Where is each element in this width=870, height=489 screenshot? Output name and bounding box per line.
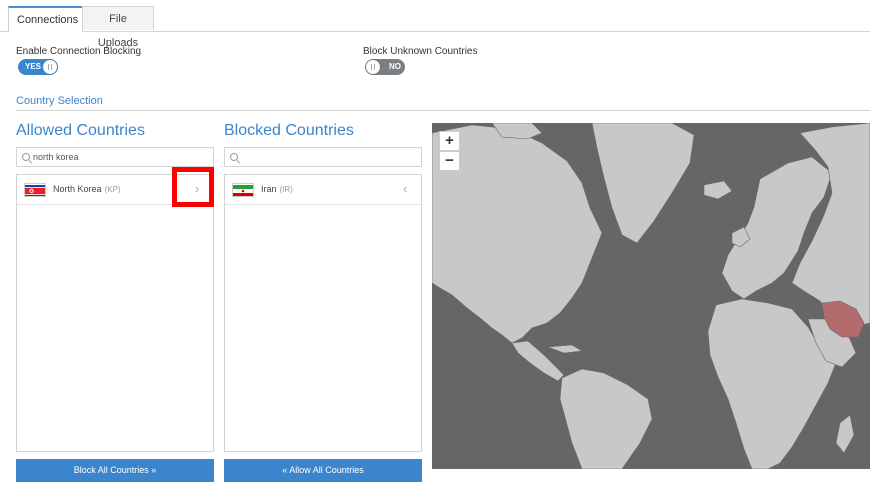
section-title: Country Selection [16,95,103,107]
enable-connection-blocking-label: Enable Connection Blocking [16,46,142,57]
blocked-countries-list: Iran (IR) ‹ [224,174,422,452]
toggle-knob [366,60,380,74]
north-korea-flag-icon [24,183,46,197]
allowed-search-box [16,147,214,167]
search-icon [230,153,238,161]
country-code: (IR) [279,185,293,194]
toggle-state-text: YES [25,62,42,71]
enable-connection-blocking-toggle[interactable]: YES [18,59,58,75]
world-map[interactable] [432,123,870,469]
block-all-countries-button[interactable]: Block All Countries » [16,459,214,482]
country-name: North Korea (KP) [53,184,121,194]
blocked-search-input[interactable] [241,150,411,164]
zoom-in-button[interactable]: + [439,131,460,151]
blocked-search-box [224,147,422,167]
section-divider [16,110,870,111]
blocked-countries-title: Blocked Countries [224,122,354,139]
list-item[interactable]: Iran (IR) ‹ [225,175,421,205]
allow-all-countries-button[interactable]: « Allow All Countries [224,459,422,482]
search-icon [22,153,30,161]
allowed-countries-title: Allowed Countries [16,122,145,139]
chevron-left-icon[interactable]: ‹ [403,182,407,196]
zoom-out-button[interactable]: − [439,151,460,171]
country-code: (KP) [104,185,121,194]
country-name: Iran (IR) [261,184,293,194]
tab-bar: Connections File Uploads [0,0,870,49]
allowed-search-input[interactable] [33,150,203,164]
highlight-box [172,167,214,207]
allowed-countries-list: North Korea (KP) › [16,174,214,452]
block-unknown-countries-toggle[interactable]: NO [365,59,405,75]
block-unknown-countries-label: Block Unknown Countries [363,46,478,57]
toggle-knob [43,60,57,74]
world-map-graphic [432,123,870,469]
tab-connections[interactable]: Connections [8,6,83,32]
tab-file-uploads[interactable]: File Uploads [82,6,154,49]
toggle-state-text: NO [389,62,401,71]
iran-flag-icon [232,183,254,197]
